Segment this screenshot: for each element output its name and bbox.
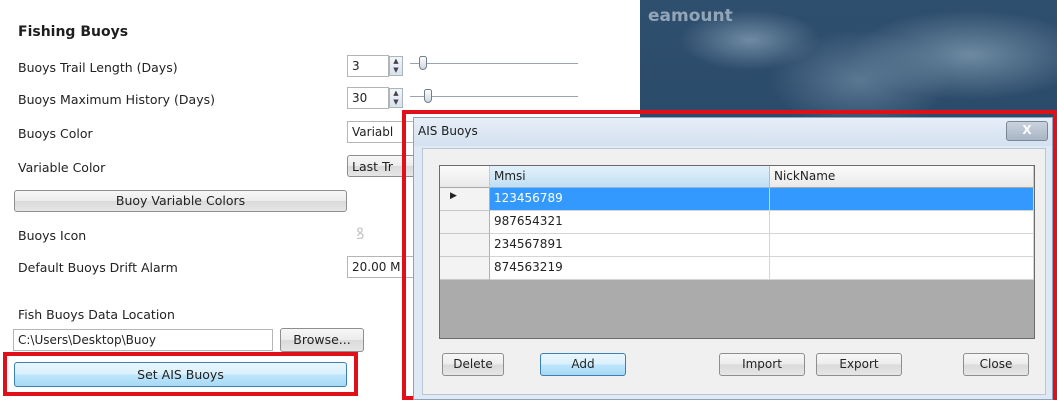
table-cell-mmsi[interactable]: 987654321 bbox=[490, 211, 770, 234]
trail-length-input[interactable]: 3 bbox=[347, 55, 389, 77]
buoys-color-label: Buoys Color bbox=[18, 126, 93, 141]
row-header-current-icon[interactable]: ▶ bbox=[440, 188, 490, 211]
buoy-variable-colors-button[interactable]: Buoy Variable Colors bbox=[14, 190, 347, 212]
dialog-close-icon[interactable]: X bbox=[1006, 121, 1048, 141]
drift-alarm-label: Default Buoys Drift Alarm bbox=[18, 260, 178, 275]
table-cell-nickname[interactable] bbox=[770, 234, 1034, 257]
browse-button[interactable]: Browse... bbox=[280, 328, 364, 352]
row-header[interactable] bbox=[440, 234, 490, 257]
add-button[interactable]: Add bbox=[540, 353, 626, 376]
max-history-spinner[interactable]: ▲ ▼ bbox=[389, 88, 403, 108]
buoys-grid[interactable]: Mmsi NickName ▶ 123456789 987654321 2345… bbox=[439, 165, 1035, 339]
column-header-nickname[interactable]: NickName bbox=[770, 166, 1034, 188]
grid-corner bbox=[440, 166, 490, 188]
close-button[interactable]: Close bbox=[963, 353, 1029, 376]
row-header[interactable] bbox=[440, 257, 490, 280]
buoys-icon-label: Buoys Icon bbox=[18, 228, 87, 243]
max-history-slider-thumb[interactable] bbox=[424, 89, 432, 103]
trail-length-slider-track[interactable] bbox=[410, 63, 578, 64]
dialog-title: AIS Buoys bbox=[418, 124, 478, 138]
table-cell-nickname[interactable] bbox=[770, 257, 1034, 280]
buoy-icon[interactable]: ꝸ bbox=[356, 222, 364, 244]
max-history-slider-track[interactable] bbox=[410, 96, 578, 97]
trail-length-spinner[interactable]: ▲ ▼ bbox=[389, 56, 403, 76]
table-cell-mmsi[interactable]: 234567891 bbox=[490, 234, 770, 257]
table-cell-mmsi[interactable]: 123456789 bbox=[490, 188, 770, 211]
trail-length-label: Buoys Trail Length (Days) bbox=[18, 60, 178, 75]
column-header-mmsi[interactable]: Mmsi bbox=[490, 166, 770, 188]
data-location-label: Fish Buoys Data Location bbox=[18, 307, 175, 322]
row-header[interactable] bbox=[440, 211, 490, 234]
ais-buoys-dialog: AIS Buoys X Mmsi NickName ▶ 123456789 98… bbox=[413, 117, 1053, 400]
table-cell-nickname[interactable] bbox=[770, 211, 1034, 234]
table-cell-nickname[interactable] bbox=[770, 188, 1034, 211]
import-button[interactable]: Import bbox=[719, 353, 805, 376]
dialog-title-bar[interactable]: AIS Buoys X bbox=[414, 118, 1052, 146]
max-history-input[interactable]: 30 bbox=[347, 87, 389, 109]
set-ais-buoys-button[interactable]: Set AIS Buoys bbox=[14, 362, 347, 387]
trail-length-slider-thumb[interactable] bbox=[419, 56, 427, 70]
section-title: Fishing Buoys bbox=[18, 24, 129, 40]
table-cell-mmsi[interactable]: 874563219 bbox=[490, 257, 770, 280]
delete-button[interactable]: Delete bbox=[442, 353, 504, 376]
data-location-input[interactable]: C:\Users\Desktop\Buoy bbox=[13, 329, 273, 351]
variable-color-label: Variable Color bbox=[18, 160, 106, 175]
dialog-body: Mmsi NickName ▶ 123456789 987654321 2345… bbox=[422, 148, 1046, 395]
max-history-label: Buoys Maximum History (Days) bbox=[18, 92, 215, 107]
map-place-label: eamount bbox=[648, 6, 733, 26]
export-button[interactable]: Export bbox=[816, 353, 902, 376]
